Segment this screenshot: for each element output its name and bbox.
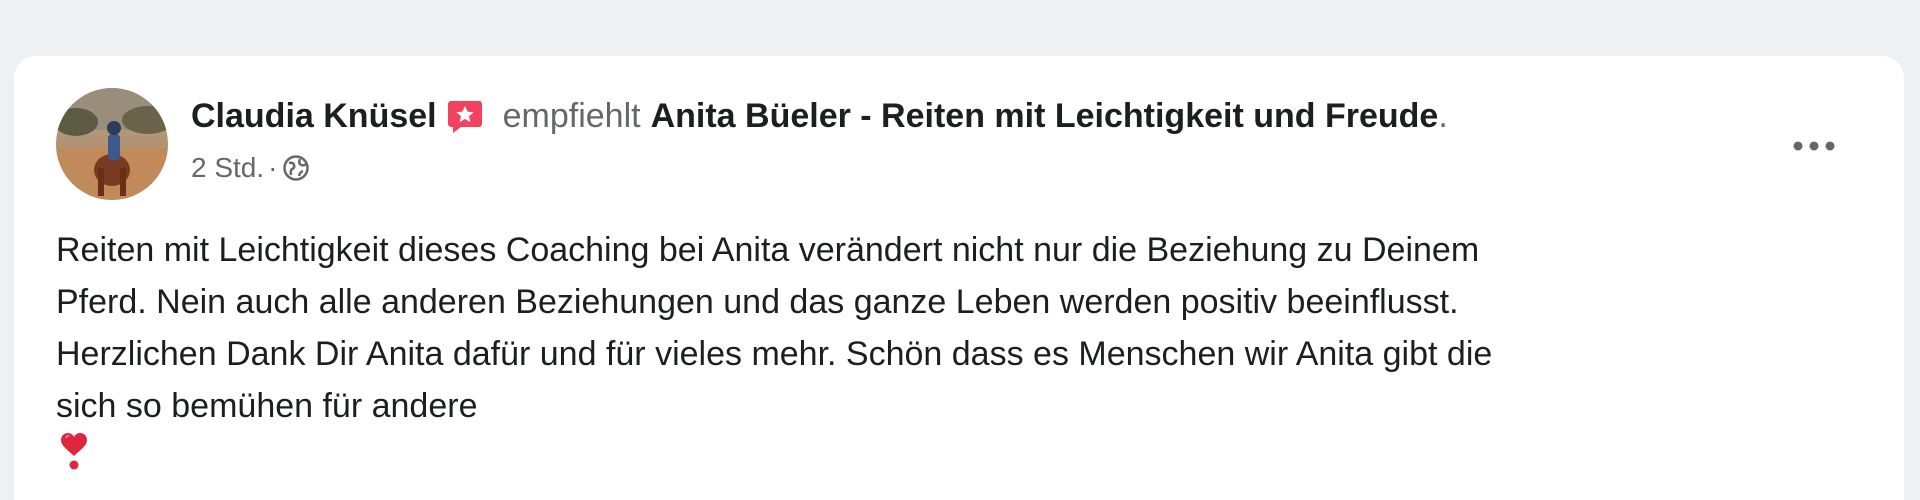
post-card: Claudia Knüsel empfiehlt Anita Büeler - … <box>14 56 1904 500</box>
post-text-line: Reiten mit Leichtigkeit dieses Coaching … <box>56 231 1480 269</box>
post-text-line-last: sich so bemühen für andere <box>56 380 1856 472</box>
more-options-icon[interactable] <box>1784 128 1844 164</box>
post-text-line: sich so bemühen für andere <box>56 387 478 425</box>
post-meta: 2 Std. · <box>191 148 310 188</box>
recommend-verb: empfiehlt <box>502 97 641 135</box>
post-timestamp[interactable]: 2 Std. <box>191 148 264 188</box>
header-period: . <box>1438 97 1448 135</box>
post-text-line: Pferd. Nein auch alle anderen Beziehunge… <box>56 283 1459 321</box>
meta-separator: · <box>268 152 278 183</box>
post-header: Claudia Knüsel empfiehlt Anita Büeler - … <box>191 94 1448 138</box>
author-name[interactable]: Claudia Knüsel <box>191 94 437 138</box>
globe-icon <box>282 154 310 182</box>
avatar[interactable] <box>56 88 168 200</box>
recommended-page-link[interactable]: Anita Büeler - Reiten mit Leichtigkeit u… <box>651 94 1439 138</box>
post-text: Reiten mit Leichtigkeit dieses Coaching … <box>56 224 1856 472</box>
recommendation-star-icon <box>447 98 483 134</box>
post-text-line: Herzlichen Dank Dir Anita dafür und für … <box>56 335 1493 373</box>
heart-exclamation-icon <box>58 432 90 472</box>
